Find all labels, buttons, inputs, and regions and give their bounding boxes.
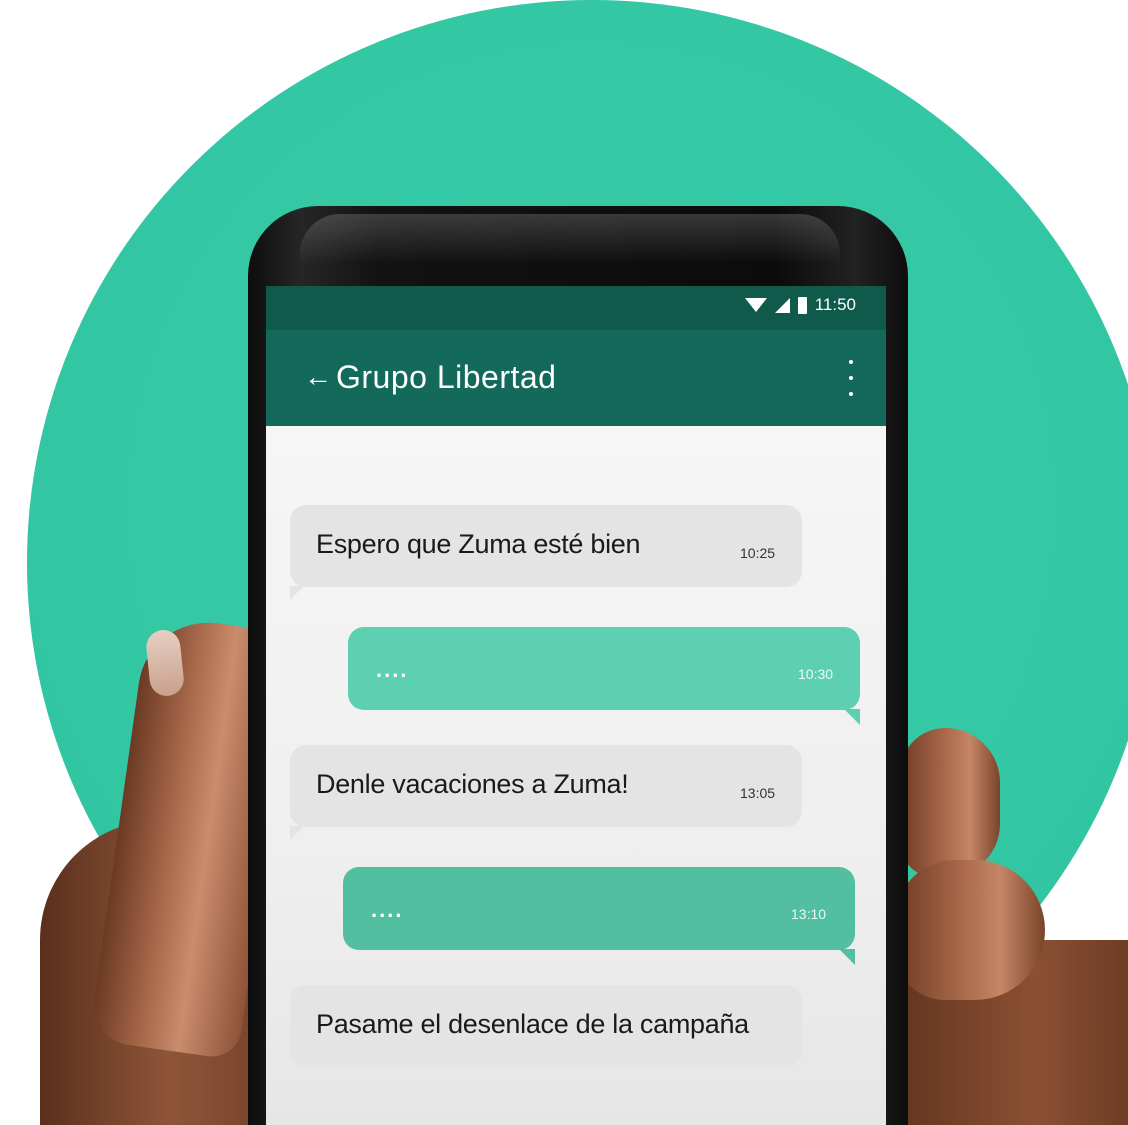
scene: 11:50 ← Grupo Libertad Espero que Zuma e… [0,0,1128,1125]
message-text: Pasame el desenlace de la campaña [316,1009,749,1039]
message-outgoing[interactable]: .... 10:30 [348,627,860,710]
phone-glare [300,214,840,264]
message-time: 13:05 [740,785,776,801]
back-arrow-icon[interactable]: ← [304,360,332,394]
chat-title[interactable]: Grupo Libertad [336,358,556,396]
message-time: 13:10 [791,906,827,922]
status-bar: 11:50 [266,286,886,330]
more-vertical-icon[interactable] [846,360,856,396]
phone-screen: 11:50 ← Grupo Libertad Espero que Zuma e… [266,286,886,1125]
signal-icon [774,297,790,313]
bubble-tail [844,709,860,725]
chat-app-bar: ← Grupo Libertad [266,330,886,426]
message-incoming[interactable]: Pasame el desenlace de la campaña [290,985,802,1067]
message-incoming[interactable]: Denle vacaciones a Zuma! 13:05 [290,745,802,827]
message-text: Denle vacaciones a Zuma! [316,769,629,799]
status-icons: 11:50 [744,295,856,315]
right-finger-upper [900,728,1000,878]
message-text: .... [376,657,409,682]
bubble-tail [290,586,304,600]
bubble-tail [839,949,855,965]
message-time: 10:30 [798,666,834,682]
message-text: Espero que Zuma esté bien [316,529,641,559]
message-outgoing[interactable]: .... 13:10 [343,867,855,950]
bubble-tail [290,826,304,840]
message-time: 10:25 [740,545,776,561]
message-text: .... [371,897,404,922]
status-time: 11:50 [814,295,856,314]
message-list: Espero que Zuma esté bien 10:25 .... 10:… [266,426,886,1125]
wifi-icon [744,298,767,312]
right-finger-lower [895,860,1045,1000]
message-incoming[interactable]: Espero que Zuma esté bien 10:25 [290,505,802,587]
battery-icon [797,296,807,314]
